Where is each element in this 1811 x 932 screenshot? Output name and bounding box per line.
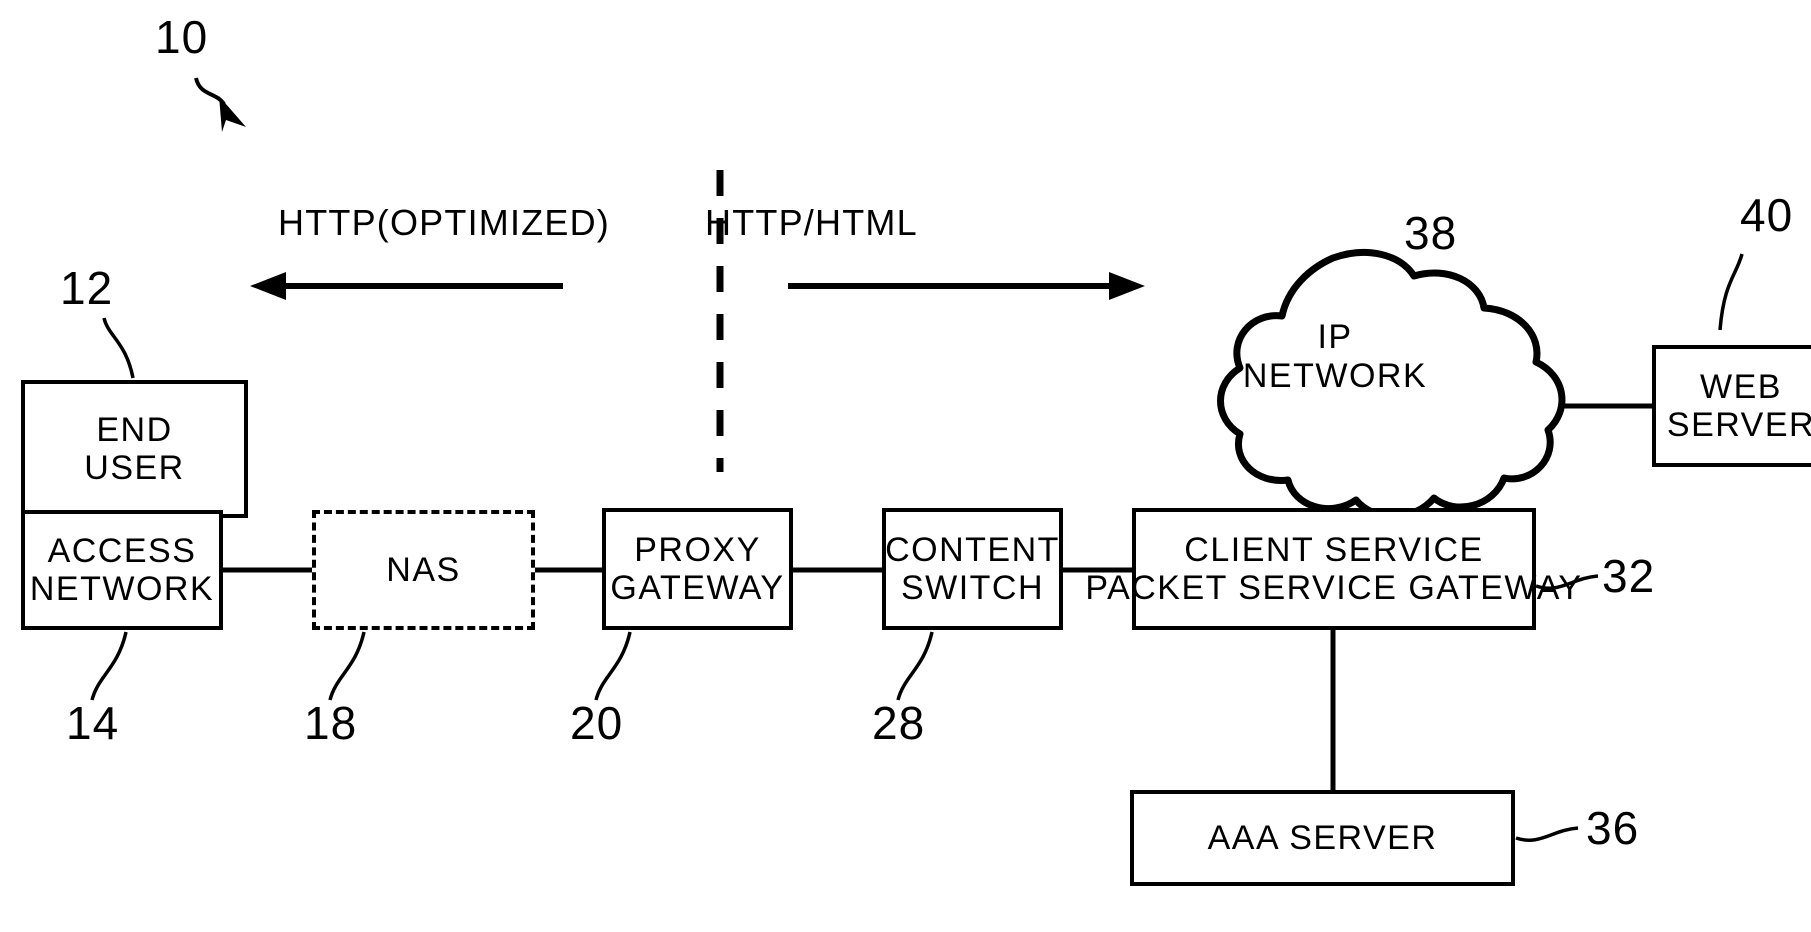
node-proxy-gateway-line-2: GATEWAY — [610, 569, 785, 607]
reference-number-content-switch: 28 — [872, 697, 926, 749]
reference-number-proxy-gateway: 20 — [570, 697, 624, 749]
node-client-service-packet-service-gateway[interactable]: CLIENT SERVICE PACKET SERVICE GATEWAY — [1085, 508, 1581, 630]
node-content-switch[interactable]: CONTENT SWITCH — [882, 508, 1063, 630]
arrow-left-icon — [250, 272, 563, 300]
arrow-right-icon — [788, 272, 1145, 300]
node-web-server[interactable]: WEB SERVER — [1652, 345, 1811, 467]
node-web-server-line-2: SERVER — [1666, 406, 1811, 444]
node-ip-network-label: IP NETWORK — [1240, 318, 1430, 396]
node-content-switch-line-1: CONTENT — [885, 530, 1060, 569]
node-nas-line-1: NAS — [386, 550, 461, 589]
node-aaa-server-line-1: AAA SERVER — [1207, 818, 1438, 857]
node-end-user-line-2: USER — [84, 449, 185, 487]
node-end-user[interactable]: END USER — [21, 380, 248, 518]
node-ip-network-line-1: IP — [1317, 318, 1353, 356]
flow-label-http-optimized: HTTP(OPTIMIZED) — [278, 202, 610, 243]
figure-lead-arrow-icon — [194, 77, 246, 132]
node-web-server-line-1: WEB — [1700, 367, 1782, 406]
reference-number-ip-network: 38 — [1404, 207, 1458, 259]
node-ip-network-line-2: NETWORK — [1242, 357, 1428, 395]
node-content-switch-line-2: SWITCH — [900, 569, 1045, 607]
node-access-network-line-1: ACCESS — [47, 531, 197, 570]
figure-reference-number: 10 — [155, 11, 209, 63]
reference-number-web-server: 40 — [1740, 189, 1794, 241]
reference-number-client-service: 32 — [1602, 550, 1656, 602]
flow-label-http-html: HTTP/HTML — [705, 202, 918, 243]
node-end-user-line-1: END — [96, 410, 173, 449]
node-access-network[interactable]: ACCESS NETWORK — [21, 510, 223, 630]
node-nas[interactable]: NAS — [312, 510, 535, 630]
patent-figure-canvas: 10 HTTP(OPTIMIZED) HTTP/HTML END USER 12… — [0, 0, 1811, 932]
diagram-connectors — [90, 77, 1744, 842]
node-aaa-server[interactable]: AAA SERVER — [1130, 790, 1515, 886]
reference-number-access-network: 14 — [66, 697, 120, 749]
reference-number-aaa-server: 36 — [1586, 802, 1640, 854]
node-client-service-line-2: PACKET SERVICE GATEWAY — [1085, 569, 1583, 607]
reference-number-end-user: 12 — [60, 262, 114, 314]
node-proxy-gateway-line-1: PROXY — [634, 530, 761, 569]
node-client-service-line-1: CLIENT SERVICE — [1184, 530, 1484, 569]
reference-number-nas: 18 — [304, 697, 358, 749]
node-access-network-line-2: NETWORK — [29, 570, 215, 608]
node-proxy-gateway[interactable]: PROXY GATEWAY — [602, 508, 793, 630]
